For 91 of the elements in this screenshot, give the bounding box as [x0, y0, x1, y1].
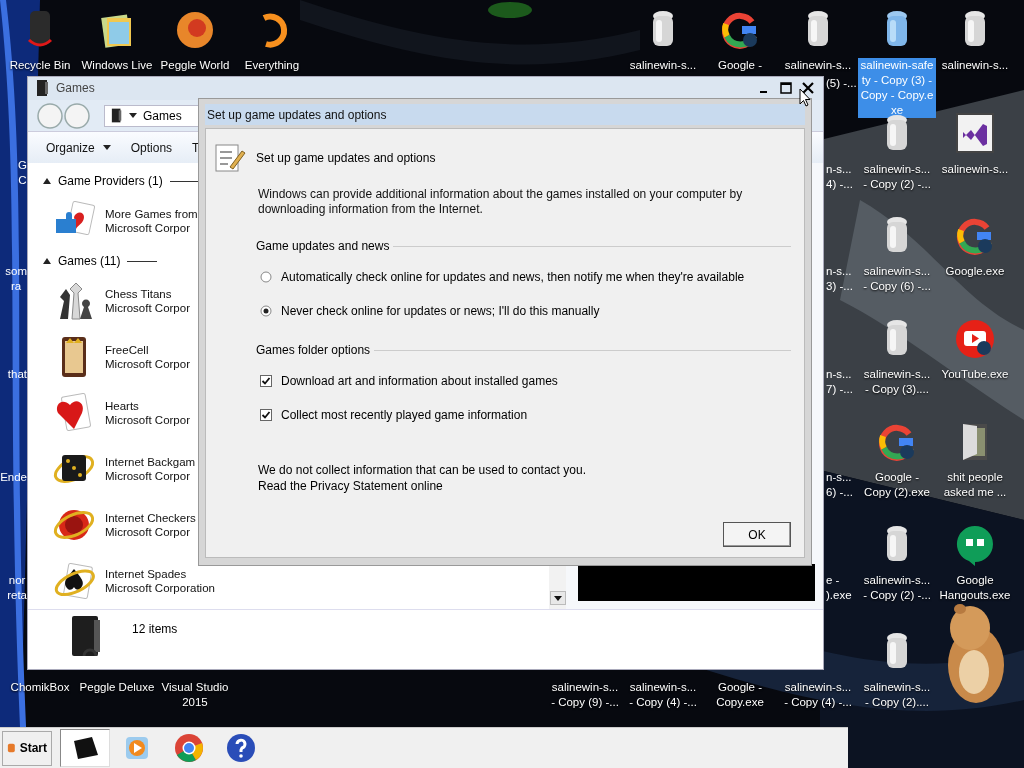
window-title: Games: [56, 81, 95, 96]
game-publisher: Microsoft Corpor: [105, 470, 191, 483]
scroll-down-icon[interactable]: [549, 591, 566, 606]
start-button[interactable]: Start: [2, 730, 52, 766]
option-label[interactable]: Never check online for updates or news; I'll do this manually: [281, 303, 600, 318]
icon-label[interactable]: e - ).exe: [826, 573, 852, 603]
icon-label[interactable]: salinewin-s... - Copy (6) -...: [862, 264, 932, 294]
game-name[interactable]: Hearts: [105, 400, 190, 413]
collapse-icon[interactable]: [43, 177, 51, 186]
icon-label[interactable]: Everything: [243, 58, 301, 73]
game-publisher: Microsoft Corpor: [105, 302, 190, 315]
radio-button[interactable]: [260, 304, 272, 317]
icon-label[interactable]: Peggle Deluxe: [78, 680, 156, 695]
dialog-heading: Set up game updates and options: [256, 151, 436, 165]
option-label[interactable]: Download art and information about installed games: [281, 373, 558, 388]
icon-label[interactable]: salinewin-s...: [940, 58, 1010, 73]
icon-label[interactable]: n-s... 7) -...: [826, 367, 853, 397]
icon-label[interactable]: Google - Copy.exe: [715, 680, 765, 710]
icon-label[interactable]: n-s... 6) -...: [826, 470, 853, 500]
cursor-icon: [799, 88, 811, 108]
icon-label[interactable]: Google Hangouts.exe: [938, 573, 1012, 603]
intro-text: Windows can provide additional information about the games installed on your computer by downloading information from the Internet.: [258, 187, 744, 217]
toolbar-button[interactable]: Organize: [38, 136, 119, 159]
caret-icon[interactable]: [102, 144, 111, 151]
radio-button[interactable]: [260, 270, 272, 283]
game-publisher: Microsoft Corpor: [105, 526, 191, 539]
icon-label[interactable]: salinewin-s... - Copy (2) -...: [862, 162, 932, 192]
icon-label[interactable]: Windows Live: [80, 58, 154, 73]
game-name[interactable]: Chess Titans: [105, 288, 190, 301]
checkbox[interactable]: [260, 408, 272, 421]
group-header[interactable]: Games (11): [58, 254, 121, 269]
icon-label[interactable]: YouTube.exe: [940, 367, 1010, 382]
game-publisher: Microsoft Corpor: [105, 358, 190, 371]
game-publisher: Microsoft Corpor: [105, 222, 191, 235]
icon-label[interactable]: G C: [18, 158, 27, 188]
collapse-icon[interactable]: [43, 257, 51, 266]
checklist-pencil-icon: [214, 143, 246, 173]
icon-label[interactable]: Google.exe: [944, 264, 1006, 279]
option-label[interactable]: Automatically check online for updates and news, then notify me when they're available: [281, 269, 745, 284]
icon-label[interactable]: Visual Studio 2015: [160, 680, 230, 710]
game-publisher: Microsoft Corpor: [105, 414, 190, 427]
icon-label[interactable]: n-s... 4) -...: [826, 162, 853, 192]
group-header[interactable]: Game Providers (1): [58, 174, 163, 189]
icon-label[interactable]: salinewin-s... - Copy (2)....: [862, 680, 932, 710]
icon-label[interactable]: shit people asked me ...: [942, 470, 1008, 500]
icon-label[interactable]: n-s... 3) -...: [826, 264, 853, 294]
game-name[interactable]: Internet Spades: [105, 568, 215, 581]
item-count: 12 items: [132, 622, 178, 637]
close-icon[interactable]: [801, 81, 815, 96]
play-icon[interactable]: [953, 317, 997, 361]
icon-label[interactable]: salinewin-s...: [628, 58, 698, 73]
maximize-icon[interactable]: [779, 81, 793, 96]
section-title: Game updates and news: [256, 239, 390, 253]
game-name[interactable]: FreeCell: [105, 344, 190, 357]
icon-label[interactable]: nor reta: [7, 573, 27, 603]
icon-label[interactable]: Recycle Bin: [8, 58, 72, 73]
help-icon: [226, 733, 256, 763]
caret-icon[interactable]: [129, 112, 137, 119]
icon-label[interactable]: (5) -...: [826, 76, 857, 91]
game-name[interactable]: Internet Checkers: [105, 512, 196, 525]
section-title: Games folder options: [256, 343, 371, 357]
icon-label[interactable]: salinewin-s... - Copy (4) -...: [783, 680, 853, 710]
taskbar-button[interactable]: [60, 729, 110, 767]
icon-label[interactable]: Google -: [716, 58, 764, 73]
console-icon: [111, 108, 123, 124]
icon-label[interactable]: that: [7, 367, 27, 382]
start-icon: [7, 742, 16, 754]
icon-label[interactable]: som ra: [5, 264, 27, 294]
address-text: Games: [143, 108, 182, 123]
game-publisher: Microsoft Corporation: [105, 582, 215, 595]
game-name[interactable]: More Games from: [105, 208, 198, 221]
privacy-link[interactable]: Read the Privacy Statement online: [258, 479, 791, 493]
toolbar-button[interactable]: Options: [122, 136, 181, 159]
option-label[interactable]: Collect most recently played game information: [281, 407, 528, 422]
icon-label[interactable]: salinewin-s...: [783, 58, 853, 73]
infinity-icon[interactable]: [953, 112, 997, 156]
browser-icon: [174, 733, 204, 763]
console-icon: [36, 80, 50, 97]
icon-label[interactable]: Ende: [0, 470, 27, 485]
icon-label[interactable]: Peggle World: [159, 58, 231, 73]
icon-label[interactable]: salinewin-s... - Copy (9) -...: [550, 680, 620, 710]
icon-label[interactable]: salinewin-s...: [940, 162, 1010, 177]
checkbox[interactable]: [260, 374, 272, 387]
game-name[interactable]: Internet Backgam: [105, 456, 196, 469]
icon-label[interactable]: Google - Copy (2).exe: [863, 470, 931, 500]
icon-label[interactable]: salinewin-s... - Copy (4) -...: [628, 680, 698, 710]
ok-button[interactable]: OK: [723, 522, 791, 547]
dialog-title: Set up game updates and options: [207, 107, 387, 122]
icon-label[interactable]: salinewin-s... - Copy (3)....: [862, 367, 932, 397]
icon-label[interactable]: salinewin-s... - Copy (2) -...: [862, 573, 932, 603]
privacy-note: We do not collect information that can be used to contact you.: [258, 463, 587, 477]
